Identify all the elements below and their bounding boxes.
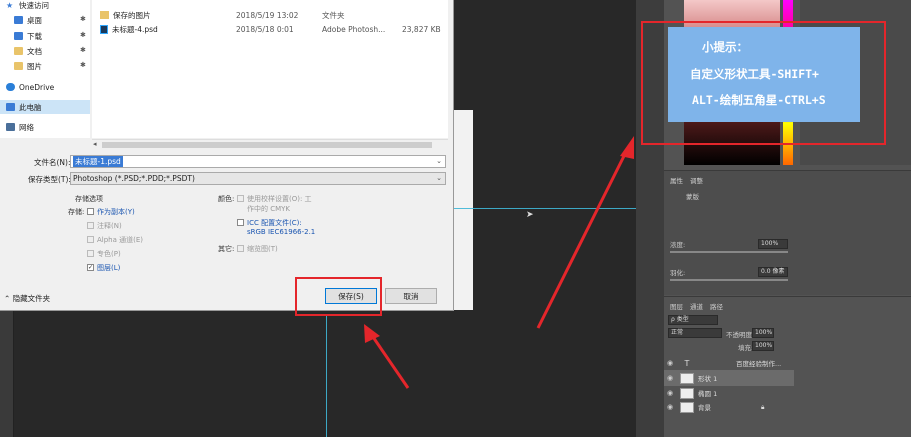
annotation-arrows [364,136,634,389]
arrow-to-save-icon [364,324,410,389]
arrow-to-tip-icon [536,136,634,329]
